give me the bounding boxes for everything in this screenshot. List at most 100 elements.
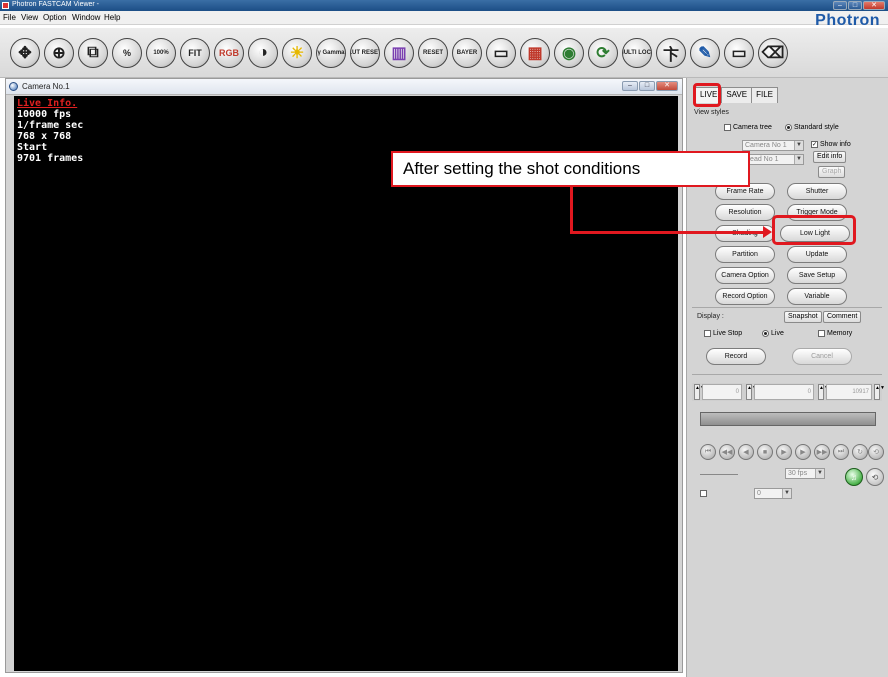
fit-button[interactable]: FIT bbox=[180, 38, 210, 68]
end-frame-field[interactable]: 10917 bbox=[826, 384, 872, 400]
callout-arrow-horizontal bbox=[570, 231, 766, 234]
shutter-button[interactable]: Shutter bbox=[787, 183, 847, 200]
record-button[interactable]: Record bbox=[706, 348, 766, 365]
minimize-button[interactable]: – bbox=[833, 1, 847, 10]
repeat-icon[interactable]: ⟲ bbox=[868, 444, 884, 460]
stop-icon[interactable]: ■ bbox=[757, 444, 773, 460]
sync-icon: ⟳ bbox=[596, 45, 610, 62]
pen-button[interactable]: ✎ bbox=[690, 38, 720, 68]
close-button[interactable]: ✕ bbox=[863, 1, 885, 10]
tab-save[interactable]: SAVE bbox=[721, 87, 753, 103]
menu-help[interactable]: Help bbox=[104, 13, 120, 22]
loop-icon[interactable]: ↻ bbox=[852, 444, 868, 460]
memory-label: Memory bbox=[827, 330, 853, 337]
color-reset-button[interactable]: RESET bbox=[418, 38, 448, 68]
play-icon[interactable]: ▶ bbox=[776, 444, 792, 460]
rgb-button[interactable]: RGB bbox=[214, 38, 244, 68]
checkbox-box bbox=[818, 330, 825, 337]
capture-button[interactable]: ◉ bbox=[554, 38, 584, 68]
tab-file[interactable]: FILE bbox=[751, 87, 778, 103]
standard-style-radio[interactable]: Standard style bbox=[785, 124, 839, 131]
fast-forward-icon[interactable]: ▶▶ bbox=[814, 444, 830, 460]
update-button[interactable]: Update bbox=[787, 246, 847, 263]
rewind-icon[interactable]: ◀◀ bbox=[719, 444, 735, 460]
fps-select-value: 30 fps bbox=[788, 470, 808, 477]
camera-window-title: Camera No.1 bbox=[22, 82, 70, 91]
menu-file[interactable]: File bbox=[3, 13, 16, 22]
camera-maximize-button[interactable]: □ bbox=[639, 81, 655, 91]
bayer-icon: BAYER bbox=[456, 50, 478, 56]
last-frame-icon[interactable]: ⏭ bbox=[833, 444, 849, 460]
head-select[interactable]: Head No 1 ▼ bbox=[742, 154, 804, 165]
menu-view[interactable]: View bbox=[21, 13, 38, 22]
trigger-button[interactable]: 卞 bbox=[656, 38, 686, 68]
graph-button[interactable]: Graph bbox=[818, 166, 846, 178]
sync-value-field[interactable]: 0 ▼ bbox=[754, 488, 792, 499]
cancel-button[interactable]: Cancel bbox=[792, 348, 852, 365]
fps-readout: 10000 fps bbox=[17, 109, 72, 120]
bayer-button[interactable]: BAYER bbox=[452, 38, 482, 68]
maximize-button[interactable]: □ bbox=[848, 1, 862, 10]
gamma-button[interactable]: γ Gamma bbox=[316, 38, 346, 68]
brightness-button[interactable]: ☀ bbox=[282, 38, 312, 68]
zoom-button[interactable]: ⊕ bbox=[44, 38, 74, 68]
end-spin[interactable]: ▲▼ bbox=[874, 384, 885, 400]
head-select-value: Head No 1 bbox=[745, 156, 779, 163]
sync-play-icon[interactable]: ♫ bbox=[845, 468, 863, 486]
reverse-icon[interactable]: ⟲ bbox=[866, 468, 884, 486]
step-forward-icon[interactable]: ▶ bbox=[795, 444, 811, 460]
edit-info-button[interactable]: Edit info bbox=[813, 151, 847, 163]
percent-button[interactable]: % bbox=[112, 38, 142, 68]
zoom-icon: ⊕ bbox=[52, 45, 66, 62]
snapshot-button[interactable]: Snapshot bbox=[784, 311, 822, 323]
partition-button[interactable]: Partition bbox=[715, 246, 775, 263]
step-back-icon[interactable]: ◀ bbox=[738, 444, 754, 460]
window-fit-button[interactable]: ⧉ bbox=[78, 38, 108, 68]
zoom-100-button[interactable]: 100% bbox=[146, 38, 176, 68]
record-option-button[interactable]: Record Option bbox=[715, 288, 775, 305]
menu-window[interactable]: Window bbox=[72, 13, 100, 22]
show-info-checkbox[interactable]: ✓ Show info bbox=[811, 141, 851, 148]
variable-button[interactable]: Variable bbox=[787, 288, 847, 305]
memory-checkbox[interactable]: Memory bbox=[818, 330, 852, 337]
trigger-icon: 卞 bbox=[662, 47, 679, 64]
display-label: Display : bbox=[697, 313, 724, 320]
low-light-highlight bbox=[772, 215, 856, 245]
color-reset-icon: RESET bbox=[422, 50, 443, 56]
live-stop-checkbox[interactable]: Live Stop bbox=[704, 330, 742, 337]
frame-button[interactable]: ▭ bbox=[486, 38, 516, 68]
camera-option-button[interactable]: Camera Option bbox=[715, 267, 775, 284]
sync-button[interactable]: ⟳ bbox=[588, 38, 618, 68]
divider bbox=[692, 374, 882, 375]
camera-tree-checkbox[interactable]: Camera tree bbox=[724, 124, 772, 131]
move-tool-button[interactable]: ✥ bbox=[10, 38, 40, 68]
comment-button[interactable]: Comment bbox=[823, 311, 862, 323]
start-spin[interactable]: ▲▼ bbox=[694, 384, 705, 400]
first-frame-icon[interactable]: ⏮ bbox=[700, 444, 716, 460]
end-handle[interactable]: ▲▼ bbox=[818, 384, 829, 400]
multi-lock-button[interactable]: MULTI LOCK bbox=[622, 38, 652, 68]
camera-minimize-button[interactable]: – bbox=[622, 81, 638, 91]
live-info-overlay: Live Info. 10000 fps 1/frame sec 768 x 7… bbox=[17, 98, 83, 164]
sync-checkbox[interactable] bbox=[700, 490, 707, 497]
eraser-button[interactable]: ⌫ bbox=[758, 38, 788, 68]
contrast-button[interactable]: ◑ bbox=[248, 38, 278, 68]
color-bars-button[interactable]: ▥ bbox=[384, 38, 414, 68]
camera-window-titlebar[interactable]: Camera No.1 – □ ✕ bbox=[6, 79, 682, 95]
mid-frame-field[interactable]: 0 bbox=[754, 384, 814, 400]
zoom-100-icon: 100% bbox=[153, 50, 169, 56]
layout-button[interactable]: ▦ bbox=[520, 38, 550, 68]
live-radio[interactable]: Live bbox=[762, 330, 784, 337]
lut-reset-button[interactable]: LUT RESET bbox=[350, 38, 380, 68]
resolution-button[interactable]: Resolution bbox=[715, 204, 775, 221]
menu-option[interactable]: Option bbox=[43, 13, 67, 22]
camera-close-button[interactable]: ✕ bbox=[656, 81, 678, 91]
speed-slider[interactable] bbox=[700, 474, 738, 475]
window-button[interactable]: ▭ bbox=[724, 38, 754, 68]
camera-select[interactable]: Camera No 1 ▼ bbox=[742, 140, 804, 151]
start-handle[interactable]: ▲▼ bbox=[746, 384, 757, 400]
fps-select[interactable]: 30 fps ▼ bbox=[785, 468, 825, 479]
frame-range-slider[interactable]: ▲▼ 0 ▲▼ 0 ▲▼ 10917 ▲▼ bbox=[692, 383, 885, 401]
start-frame-field[interactable]: 0 bbox=[702, 384, 742, 400]
save-setup-button[interactable]: Save Setup bbox=[787, 267, 847, 284]
